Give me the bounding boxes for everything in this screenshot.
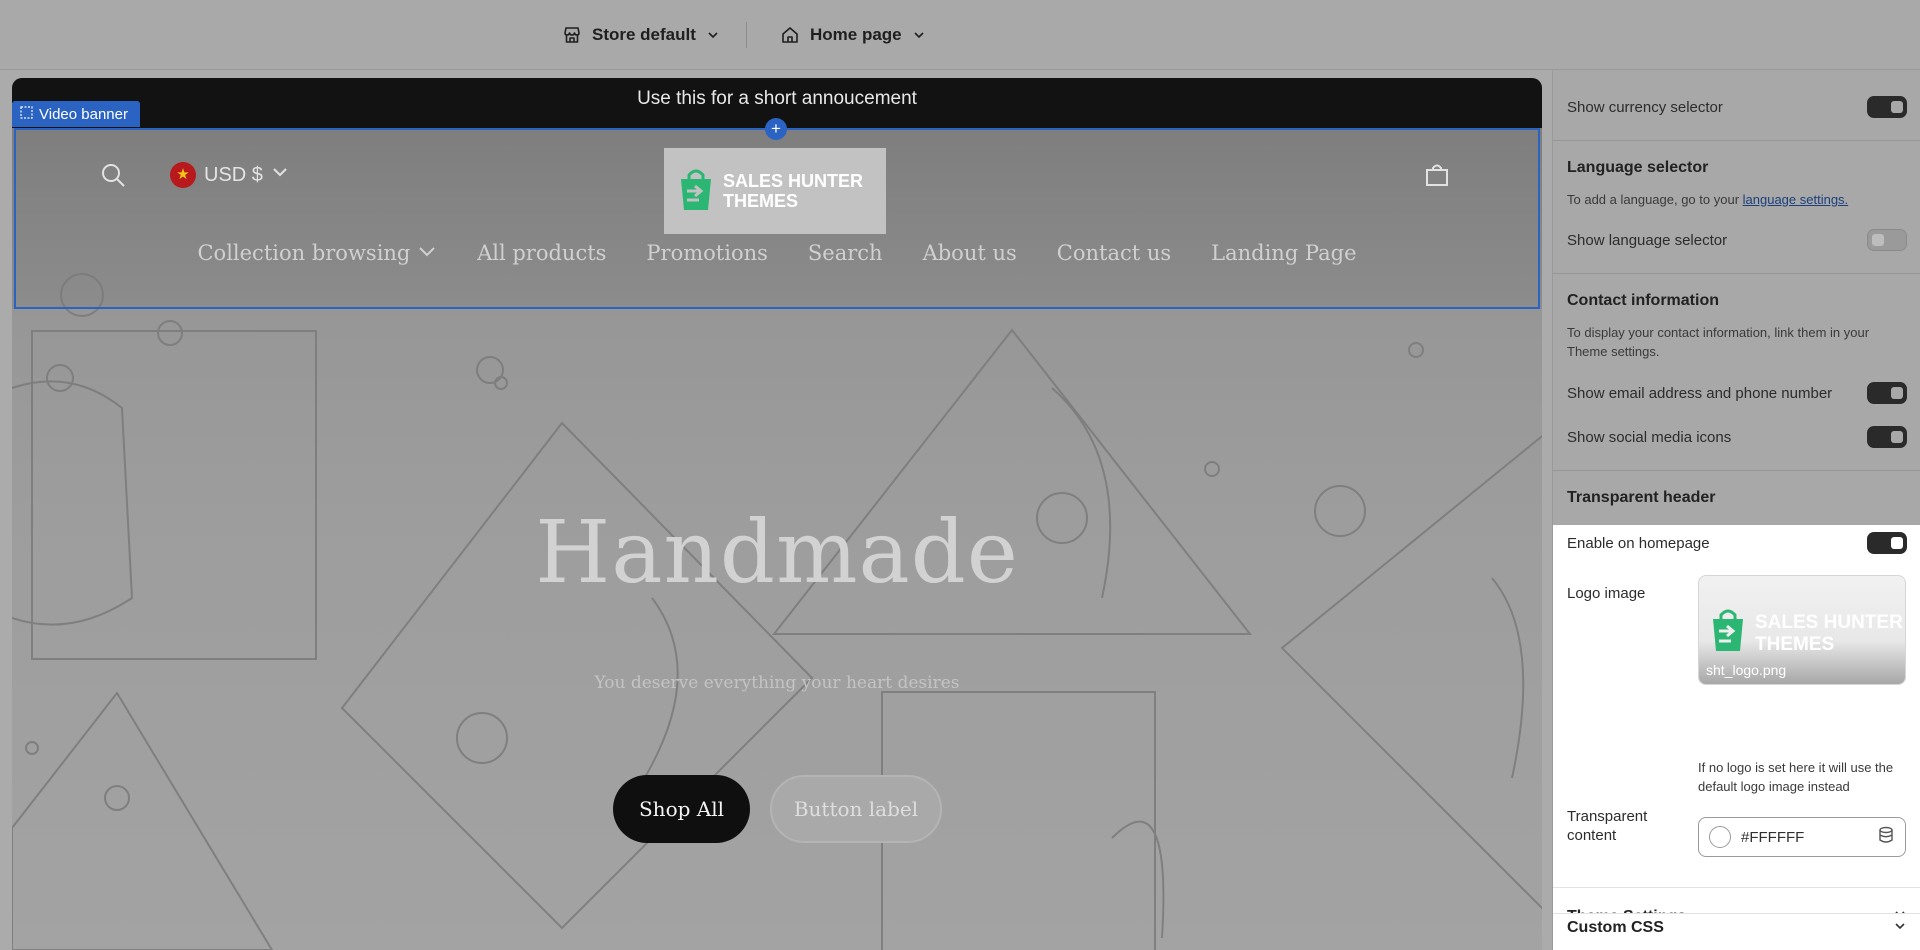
shop-all-button[interactable]: Shop All (613, 775, 750, 843)
logo-image-label: Logo image (1567, 585, 1687, 602)
chevron-down-icon (1893, 919, 1907, 938)
vietnam-flag-icon: ★ (170, 162, 196, 188)
home-icon (780, 25, 800, 45)
color-swatch[interactable] (1709, 826, 1731, 848)
show-social-icons-row: Show social media icons (1567, 426, 1907, 448)
chevron-down-icon (912, 28, 926, 42)
main-navigation: Collection browsing All products Promoti… (12, 241, 1542, 265)
language-selector-heading: Language selector (1567, 159, 1709, 176)
secondary-hero-button[interactable]: Button label (770, 775, 942, 843)
shopping-bag-logo-icon (1709, 606, 1747, 657)
show-language-selector-row: Show language selector (1567, 229, 1907, 251)
shopping-bag-logo-icon (677, 167, 715, 216)
section-tag[interactable]: Video banner (12, 101, 140, 127)
nav-about-us[interactable]: About us (923, 241, 1017, 265)
contact-help-text: To display your contact information, lin… (1567, 325, 1870, 359)
hero-title: Handmade (535, 503, 1019, 603)
divider (1553, 140, 1920, 141)
social-icons-toggle[interactable] (1867, 426, 1907, 448)
language-selector-toggle[interactable] (1867, 229, 1907, 251)
settings-sidebar: Show currency selector Language selector… (1552, 70, 1920, 950)
hero-subtitle: You deserve everything your heart desire… (594, 673, 960, 693)
section-tag-label: Video banner (39, 105, 128, 123)
logo-filename: sht_logo.png (1706, 662, 1787, 678)
divider (1553, 470, 1920, 471)
setting-label: Show currency selector (1567, 98, 1723, 116)
color-value: #FFFFFF (1741, 828, 1805, 846)
show-email-phone-row: Show email address and phone number (1567, 382, 1907, 404)
store-icon (562, 25, 582, 45)
search-icon[interactable] (100, 162, 126, 193)
nav-landing-page[interactable]: Landing Page (1211, 241, 1356, 265)
show-currency-selector-row: Show currency selector (1567, 96, 1907, 118)
contact-information-heading: Contact information (1567, 292, 1719, 309)
add-section-button[interactable]: + (765, 118, 787, 140)
divider (1553, 273, 1920, 274)
language-help-prefix: To add a language, go to your (1567, 192, 1743, 207)
logo-help-text: If no logo is set here it will use the d… (1698, 760, 1894, 794)
enable-on-homepage-toggle[interactable] (1867, 532, 1907, 554)
cart-icon[interactable] (1424, 162, 1450, 193)
nav-collection-browsing[interactable]: Collection browsing (197, 241, 437, 265)
setting-label: Enable on homepage (1567, 534, 1710, 552)
nav-all-products[interactable]: All products (477, 241, 606, 265)
setting-label: Logo image (1567, 585, 1646, 602)
editor-topbar: Store default Home page (0, 0, 1920, 70)
currency-selector[interactable]: ★ USD $ (170, 162, 289, 188)
currency-label: USD $ (204, 163, 263, 186)
store-selector-label: Store default (592, 25, 696, 44)
nav-promotions[interactable]: Promotions (646, 241, 767, 265)
nav-search[interactable]: Search (808, 241, 883, 265)
email-phone-toggle[interactable] (1867, 382, 1907, 404)
logo-preview-text: SALES HUNTER THEMES (1755, 612, 1903, 655)
transparent-content-label: Transparent content (1567, 807, 1687, 845)
store-selector[interactable]: Store default (562, 20, 720, 50)
currency-selector-toggle[interactable] (1867, 96, 1907, 118)
database-icon[interactable] (1877, 826, 1895, 848)
language-settings-link[interactable]: language settings. (1743, 192, 1849, 207)
setting-label: Transparent content (1567, 808, 1648, 844)
accordion-label: Custom CSS (1567, 919, 1664, 936)
custom-css-accordion[interactable]: Custom CSS (1553, 913, 1920, 950)
logo-image-picker[interactable]: SALES HUNTER THEMES sht_logo.png (1698, 575, 1906, 685)
transparent-header-settings: Enable on homepage Logo image SALES HUNT… (1553, 525, 1920, 950)
transparent-color-field[interactable]: #FFFFFF (1698, 817, 1906, 857)
setting-label: Show social media icons (1567, 428, 1732, 446)
store-logo[interactable]: SALES HUNTER THEMES (664, 148, 886, 234)
nav-contact-us[interactable]: Contact us (1057, 241, 1171, 265)
logo-text: SALES HUNTER THEMES (723, 171, 864, 211)
section-grid-icon (20, 105, 33, 123)
page-selector[interactable]: Home page (780, 20, 926, 50)
topbar-divider (746, 22, 747, 48)
chevron-down-icon (271, 163, 289, 187)
setting-label: Show email address and phone number (1567, 384, 1833, 402)
transparent-header-heading: Transparent header (1567, 489, 1716, 506)
page-selector-label: Home page (810, 25, 902, 44)
setting-label: Show language selector (1567, 231, 1728, 249)
language-help-text: To add a language, go to your language s… (1567, 190, 1897, 209)
chevron-down-icon (706, 28, 720, 42)
chevron-down-icon (417, 241, 437, 265)
store-preview[interactable]: Use this for a short annoucement Video b… (12, 78, 1542, 950)
enable-on-homepage-row: Enable on homepage (1567, 532, 1907, 554)
nav-link-label: Collection browsing (197, 241, 411, 265)
